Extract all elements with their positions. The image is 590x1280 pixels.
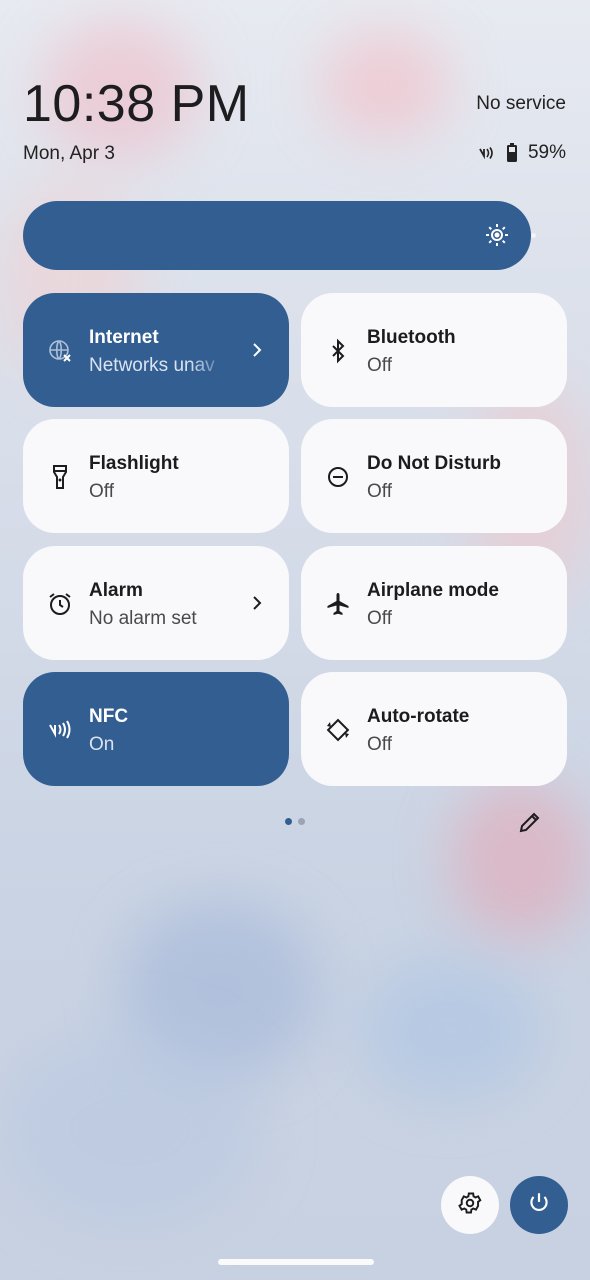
carrier-label: No service (476, 93, 566, 114)
tile-subtitle: Off (367, 608, 392, 629)
wallpaper-blur (450, 780, 590, 940)
chevron-right-icon[interactable] (249, 592, 265, 614)
nfc-icon (47, 717, 73, 743)
tile-internet[interactable]: Internet Networks unav (23, 293, 289, 407)
nfc-status-icon (478, 146, 496, 160)
tile-title: Flashlight (89, 453, 179, 474)
clock[interactable]: 10:38 PM (23, 74, 250, 134)
battery-percent: 59% (527, 142, 566, 163)
tile-nfc[interactable]: NFC On (23, 672, 289, 786)
text-fade (189, 348, 229, 378)
internet-off-icon (47, 338, 73, 364)
airplane-icon (325, 591, 351, 617)
gear-icon (457, 1190, 483, 1221)
wallpaper-blur (0, 1030, 260, 1230)
bluetooth-icon (325, 338, 351, 364)
tile-flashlight[interactable]: Flashlight Off (23, 419, 289, 533)
tile-subtitle: Off (367, 355, 392, 376)
brightness-icon (485, 223, 509, 252)
brightness-slider-end (531, 233, 536, 238)
tile-subtitle: No alarm set (89, 608, 197, 629)
alarm-icon (47, 591, 73, 617)
page-dot (298, 818, 305, 825)
tile-subtitle: Off (89, 481, 114, 502)
tile-title: Airplane mode (367, 580, 499, 601)
tile-title: Internet (89, 327, 159, 348)
tile-subtitle: On (89, 734, 115, 755)
tile-title: Auto-rotate (367, 706, 470, 727)
tile-subtitle: Off (367, 481, 392, 502)
tile-title: Do Not Disturb (367, 453, 502, 474)
settings-button[interactable] (441, 1176, 499, 1234)
page-indicator (285, 818, 305, 825)
tile-title: NFC (89, 706, 129, 727)
do-not-disturb-icon (325, 464, 351, 490)
date[interactable]: Mon, Apr 3 (23, 143, 115, 165)
wallpaper-blur (360, 960, 540, 1100)
status-icons: 59% (478, 142, 566, 164)
tile-alarm[interactable]: Alarm No alarm set (23, 546, 289, 660)
page-dot-active (285, 818, 292, 825)
battery-icon (506, 143, 518, 163)
wallpaper-blur (320, 30, 450, 140)
tile-subtitle: Off (367, 734, 392, 755)
tile-title: Alarm (89, 580, 143, 601)
gesture-nav-handle[interactable] (218, 1259, 374, 1265)
auto-rotate-icon (325, 717, 351, 743)
tile-bluetooth[interactable]: Bluetooth Off (301, 293, 567, 407)
tile-title: Bluetooth (367, 327, 456, 348)
chevron-right-icon[interactable] (249, 339, 265, 361)
edit-icon[interactable] (518, 810, 542, 839)
flashlight-icon (47, 464, 73, 490)
power-button[interactable] (510, 1176, 568, 1234)
power-icon (526, 1190, 552, 1221)
tile-do-not-disturb[interactable]: Do Not Disturb Off (301, 419, 567, 533)
tile-auto-rotate[interactable]: Auto-rotate Off (301, 672, 567, 786)
brightness-slider[interactable] (23, 201, 531, 270)
tile-airplane-mode[interactable]: Airplane mode Off (301, 546, 567, 660)
